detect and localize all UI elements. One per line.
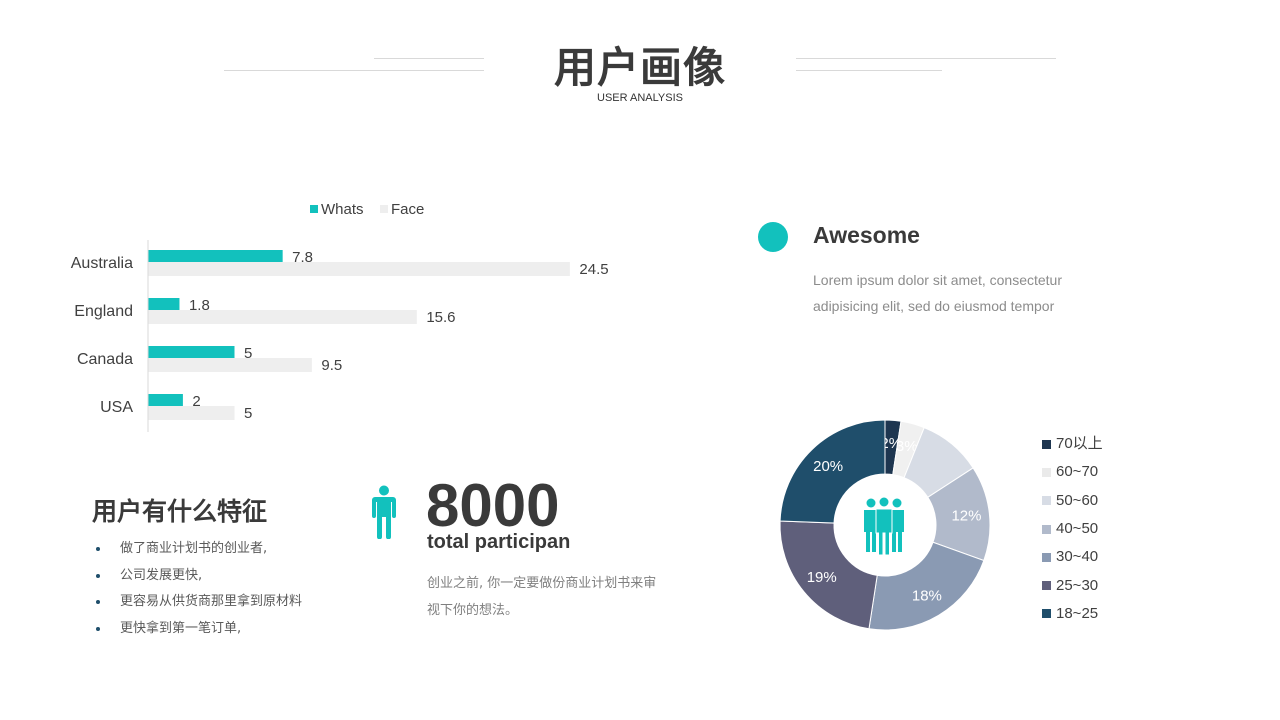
- pie-data-label: 19%: [807, 569, 837, 586]
- bullet-icon: [96, 573, 100, 578]
- legend-swatch: [1042, 552, 1051, 562]
- data-label: 24.5: [579, 261, 608, 278]
- awesome-title: Awesome: [813, 222, 920, 248]
- page-title: 用户画像: [553, 43, 726, 92]
- legend-swatch: [1042, 609, 1051, 619]
- legend-label: 18~25: [1056, 604, 1099, 622]
- awesome-description: Lorem ipsum dolor sit amet, consectetur …: [813, 272, 1062, 314]
- features-title: 用户有什么特征: [92, 497, 268, 526]
- data-label: 15.6: [426, 309, 455, 326]
- bar-face: [148, 406, 235, 420]
- donut-legend: 70以上 60~70 50~60 40~50 30~40 25~30 18~25: [1042, 430, 1103, 628]
- accent-circle-icon: [758, 222, 788, 252]
- header-line-left-top: [374, 58, 484, 59]
- features-list: 做了商业计划书的创业者, 公司发展更快, 更容易从供货商那里拿到原材料 更快拿到…: [96, 536, 302, 642]
- list-item: 做了商业计划书的创业者,: [96, 536, 302, 563]
- header-line-right-bottom: [796, 70, 942, 71]
- legend-swatch: [1042, 581, 1051, 591]
- bar-whats: [148, 298, 180, 312]
- category-label: USA: [100, 399, 133, 416]
- legend-label-whats: Whats: [321, 201, 364, 218]
- legend-swatch: [1042, 524, 1051, 534]
- people-group-icon: [864, 496, 904, 556]
- legend-swatch: [1042, 439, 1051, 449]
- legend-label-face: Face: [391, 201, 424, 218]
- legend-label: 50~60: [1056, 491, 1099, 509]
- bar-face: [148, 310, 417, 324]
- legend-swatch: [1042, 496, 1051, 506]
- legend-item: 18~25: [1042, 600, 1103, 628]
- legend-swatch-face: [380, 205, 388, 213]
- bar-whats: [148, 250, 283, 264]
- bullet-icon: [96, 626, 100, 631]
- legend-swatch: [1042, 467, 1051, 477]
- legend-swatch-whats: [310, 205, 318, 213]
- bar-whats: [148, 346, 235, 360]
- legend-label: 40~50: [1056, 520, 1099, 538]
- bar-whats: [148, 394, 183, 408]
- header-line-left-bottom: [224, 70, 484, 71]
- feature-text: 更快拿到第一笔订单,: [120, 620, 242, 636]
- category-label: Australia: [71, 255, 133, 272]
- legend-item: 25~30: [1042, 571, 1103, 599]
- legend-item: 40~50: [1042, 515, 1103, 543]
- feature-text: 公司发展更快,: [120, 567, 203, 583]
- person-icon: [372, 485, 396, 539]
- pie-data-label: 20%: [813, 458, 843, 475]
- legend-label: 70以上: [1056, 435, 1103, 453]
- pie-data-label: 18%: [912, 587, 942, 604]
- legend-item: 30~40: [1042, 543, 1103, 571]
- legend-item: 60~70: [1042, 458, 1103, 486]
- data-label: 9.5: [321, 357, 342, 374]
- bar-face: [148, 262, 570, 276]
- legend-item: 50~60: [1042, 487, 1103, 515]
- legend-label: 25~30: [1056, 576, 1099, 594]
- list-item: 更快拿到第一笔订单,: [96, 616, 302, 643]
- page-subtitle: USER ANALYSIS: [597, 92, 683, 104]
- legend-label: 60~70: [1056, 463, 1099, 481]
- data-label: 5: [244, 405, 252, 422]
- legend-label: 30~40: [1056, 548, 1099, 566]
- list-item: 更容易从供货商那里拿到原材料: [96, 589, 302, 616]
- feature-text: 更容易从供货商那里拿到原材料: [120, 594, 303, 609]
- participants-description: 创业之前, 你一定要做份商业计划书来审视下你的想法。: [427, 576, 657, 618]
- bullet-icon: [96, 547, 100, 551]
- legend-item: 70以上: [1042, 430, 1103, 458]
- header-line-right-top: [796, 58, 1056, 59]
- bullet-icon: [96, 600, 100, 604]
- list-item: 公司发展更快,: [96, 563, 302, 590]
- bar-chart: Whats FaceAustralia 7.824.5England 1.815.6C…: [71, 201, 609, 432]
- bar-face: [148, 358, 312, 372]
- pie-data-label: 12%: [951, 508, 981, 525]
- feature-text: 做了商业计划书的创业者,: [120, 541, 268, 556]
- category-label: England: [74, 303, 133, 320]
- participants-label: total participan: [427, 531, 571, 553]
- category-label: Canada: [77, 351, 133, 368]
